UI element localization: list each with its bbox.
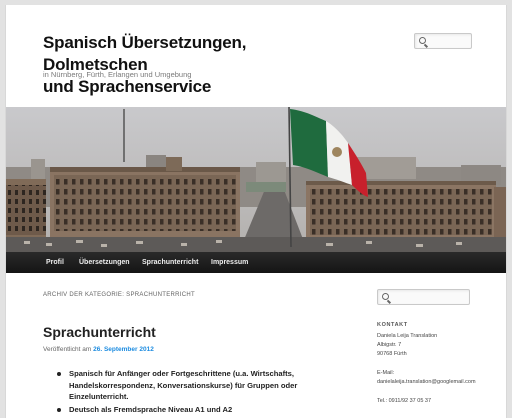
search-icon xyxy=(419,37,426,44)
published-prefix: Veröffentlicht am xyxy=(43,346,92,353)
page: Spanisch Übersetzungen, Dolmetschen und … xyxy=(5,5,507,418)
header-image[interactable] xyxy=(6,107,506,252)
post-content-list: Spanisch für Anfänger oder Fortgeschritt… xyxy=(55,368,315,416)
contact-phone: Tel.: 0911/92 37 05 37 xyxy=(377,398,432,404)
site-description: in Nürnberg, Fürth, Erlangen und Umgebun… xyxy=(43,70,192,79)
post-title[interactable]: Sprachunterricht xyxy=(43,324,156,340)
contact-email[interactable]: danielaleija.translation@googlemail.com xyxy=(377,378,476,387)
list-item: Spanisch für Anfänger oder Fortgeschritt… xyxy=(55,368,315,403)
main-navigation: Profil Übersetzungen Sprachunterricht Im… xyxy=(6,252,506,273)
header-search-input[interactable] xyxy=(429,34,469,48)
contact-widget-title: KONTAKT xyxy=(377,322,408,328)
contact-city: 90768 Fürth xyxy=(377,351,407,357)
nav-item-uebersetzungen[interactable]: Übersetzungen xyxy=(79,252,130,273)
contact-name: Daniela Leija Translation xyxy=(377,333,438,339)
nav-item-profil[interactable]: Profil xyxy=(46,252,64,273)
site-title[interactable]: Spanisch Übersetzungen, Dolmetschen und … xyxy=(43,32,353,98)
contact-street: Albigstr. 7 xyxy=(377,342,402,348)
list-item: Deutsch als Fremdsprache Niveau A1 und A… xyxy=(55,404,315,416)
header-search-box[interactable] xyxy=(414,33,472,49)
sidebar-search-input[interactable] xyxy=(392,290,467,304)
contact-email-label: E-Mail: xyxy=(377,370,395,376)
post-meta: Veröffentlicht am 26. September 2012 xyxy=(43,346,154,353)
site-title-line2[interactable]: und Sprachenservice xyxy=(43,76,353,98)
published-date-link[interactable]: 26. September 2012 xyxy=(93,346,154,353)
nav-item-sprachunterricht[interactable]: Sprachunterricht xyxy=(142,252,198,273)
archive-heading: Archiv der Kategorie: Sprachunterricht xyxy=(43,292,195,298)
mexico-city-zocalo-photo xyxy=(6,107,506,252)
sidebar-search-box[interactable] xyxy=(377,289,470,305)
search-icon xyxy=(382,293,389,300)
nav-item-impressum[interactable]: Impressum xyxy=(211,252,248,273)
